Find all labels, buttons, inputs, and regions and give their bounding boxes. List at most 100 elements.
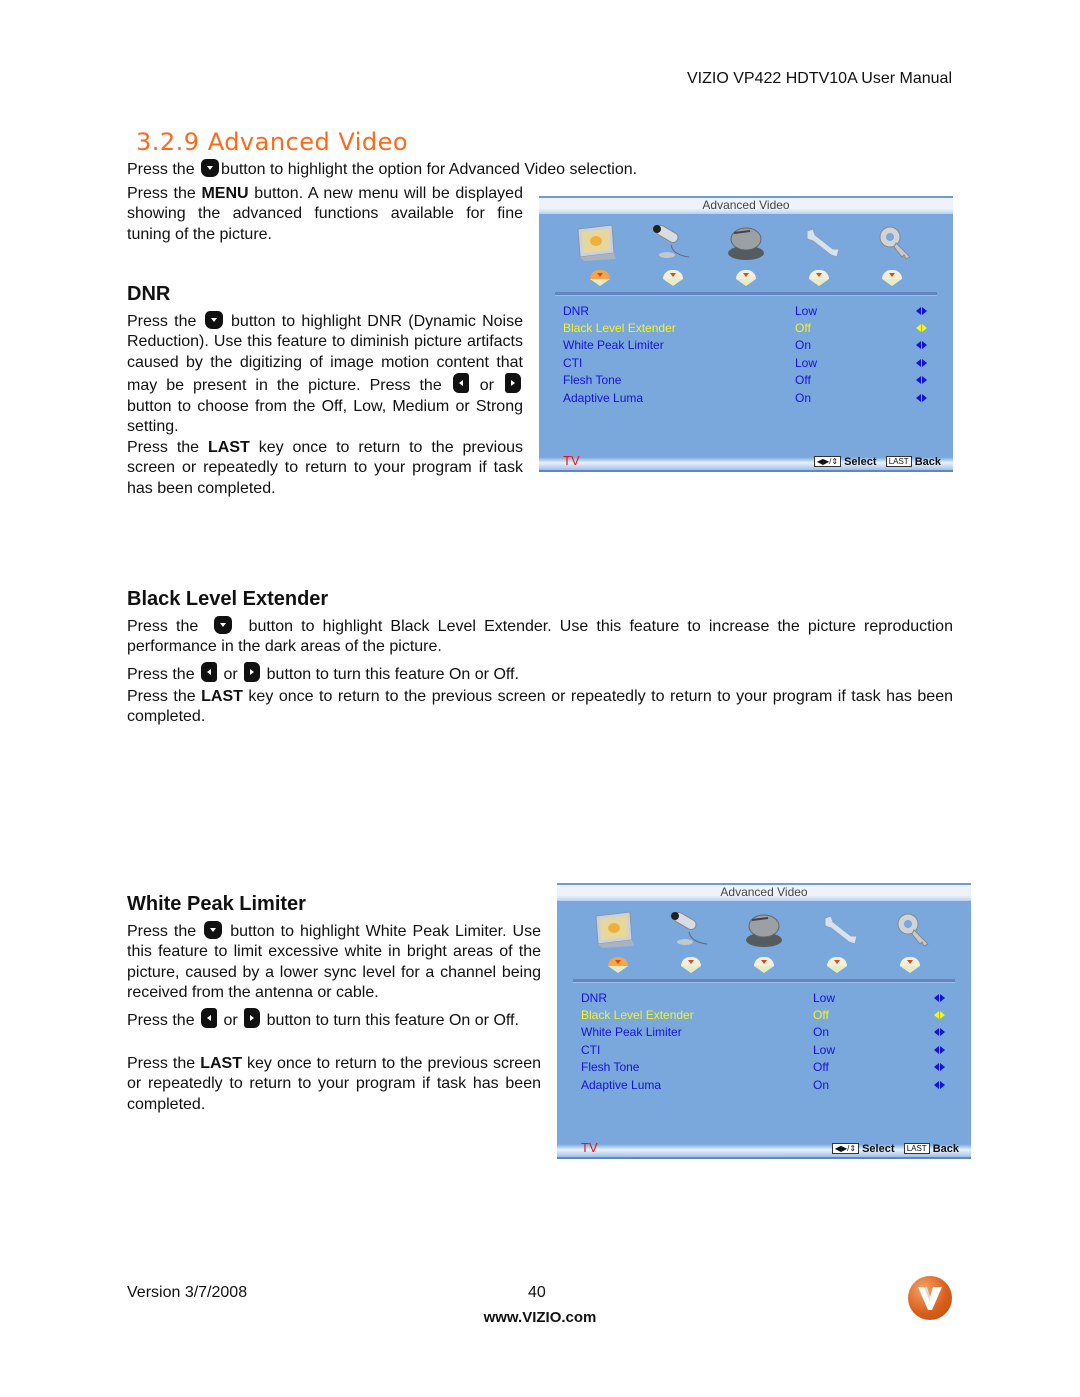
osd-icon-row [539,214,953,270]
osd-item-label: DNR [581,990,607,1005]
wrench-icon [817,909,861,951]
osd-footer: TV ◀▶/⇕ Select LAST Back [557,1140,971,1159]
osd-item-label: White Peak Limiter [581,1025,682,1040]
down-button-icon [204,921,223,939]
left-right-arrows-icon[interactable] [933,1010,947,1020]
osd-item-label: DNR [563,303,589,318]
manual-title: VIZIO VP422 HDTV10A User Manual [687,70,952,87]
osd-tab-marker[interactable] [680,957,701,973]
left-right-arrows-icon[interactable] [933,1045,947,1055]
advanced-video-osd-screenshot: Advanced Video DNR Low Black Level Extende… [557,883,971,1159]
osd-tab-marker[interactable] [809,270,830,286]
wrench-icon [799,222,843,264]
osd-menu-item[interactable]: CTI Low [539,354,953,371]
ble-paragraph-3: Press the LAST key once to return to the… [127,687,953,728]
osd-menu-item[interactable]: Adaptive Luma On [539,389,953,406]
menu-key-label: MENU [201,185,249,202]
osd-tab-marker[interactable] [607,957,628,973]
wpl-heading: White Peak Limiter [127,893,306,915]
back-hint: Back [914,456,941,468]
left-right-arrows-icon[interactable] [915,358,929,368]
osd-item-value: On [813,1077,830,1092]
monitor-icon [574,222,618,264]
camera-icon [649,222,693,264]
select-keys-icon: ◀▶/⇕ [813,456,842,467]
osd-tab-marker[interactable] [735,270,756,286]
left-button-icon [201,1008,218,1028]
right-button-icon [505,373,522,394]
left-right-arrows-icon[interactable] [915,323,929,333]
osd-tab-marker[interactable] [662,270,683,286]
left-right-arrows-icon[interactable] [915,375,929,385]
osd-menu-item[interactable]: Black Level Extender Off [557,1006,971,1023]
osd-item-value: Off [795,321,811,336]
satellite-dish-icon [742,909,786,951]
osd-item-value: On [795,390,812,405]
left-right-arrows-icon[interactable] [915,306,929,316]
osd-item-label: Flesh Tone [581,1060,640,1075]
left-right-arrows-icon[interactable] [933,1080,947,1090]
osd-item-value: Low [813,1042,836,1057]
left-right-arrows-icon[interactable] [933,993,947,1003]
osd-key-hints: ◀▶/⇕ Select LAST Back [831,1141,959,1157]
osd-menu-item[interactable]: Black Level Extender Off [539,319,953,336]
left-right-arrows-icon[interactable] [933,1027,947,1037]
text: key once to return to the previous scree… [127,688,953,726]
right-button-icon [244,662,261,682]
osd-source-label: TV [581,1140,598,1155]
osd-menu-item[interactable]: DNR Low [557,989,971,1006]
last-key-icon: LAST [885,456,912,467]
text: button to highlight Black Level Extender… [127,618,953,656]
osd-item-label: Black Level Extender [581,1008,694,1023]
select-keys-icon: ◀▶/⇕ [831,1143,860,1154]
osd-item-value: On [795,338,812,353]
osd-footer: TV ◀▶/⇕ Select LAST Back [539,453,953,472]
osd-tab-marker[interactable] [589,270,610,286]
osd-item-label: Adaptive Luma [581,1077,662,1092]
osd-tab-marker[interactable] [827,957,848,973]
last-key-label: LAST [200,1055,242,1072]
text: button to highlight the option for Advan… [221,161,638,178]
osd-tab-marker[interactable] [900,957,921,973]
osd-menu-item[interactable]: Flesh Tone Off [539,372,953,389]
osd-item-label: Black Level Extender [563,321,676,336]
osd-title: Advanced Video [557,883,971,901]
text: or [223,1012,238,1029]
advanced-video-osd-screenshot: Advanced Video DNR Low Black Level Extende… [539,196,953,472]
osd-menu-item[interactable]: CTI Low [557,1041,971,1058]
text: button to choose from the Off, Low, Medi… [127,397,523,436]
osd-key-hints: ◀▶/⇕ Select LAST Back [813,454,941,470]
osd-item-label: Adaptive Luma [563,390,644,405]
osd-tab-marker[interactable] [882,270,903,286]
footer-version: Version 3/7/2008 [127,1284,248,1301]
osd-menu-item[interactable]: Adaptive Luma On [557,1076,971,1093]
last-key-icon: LAST [903,1143,930,1154]
osd-source-label: TV [563,453,580,468]
ble-heading: Black Level Extender [127,588,329,610]
osd-menu-item[interactable]: Flesh Tone Off [557,1059,971,1076]
ble-paragraph-1: Press the button to highlight Black Leve… [127,616,953,658]
text: Press the [127,1055,196,1072]
text: Press the [127,313,197,330]
left-right-arrows-icon[interactable] [915,393,929,403]
osd-tab-row [557,957,971,979]
osd-tab-marker[interactable] [753,957,774,973]
page-number: 40 [528,1284,546,1301]
text: or [223,666,238,683]
intro-paragraph: Press the button to highlight the option… [127,159,957,180]
section-title: 3.2.9 Advanced Video [136,128,409,156]
left-right-arrows-icon[interactable] [933,1062,947,1072]
ble-paragraph-2: Press the or button to turn this feature… [127,662,953,685]
osd-menu-list: DNR Low Black Level Extender Off White Peak … [557,983,971,1093]
text: Press the [127,923,197,940]
osd-menu-item[interactable]: DNR Low [539,302,953,319]
key-icon [874,222,918,264]
left-right-arrows-icon[interactable] [915,340,929,350]
text: Press the [127,161,195,178]
v-logo-icon [918,1287,942,1310]
text: Press the [127,1012,195,1029]
osd-menu-item[interactable]: White Peak Limiter On [539,337,953,354]
osd-menu-item[interactable]: White Peak Limiter On [557,1024,971,1041]
text: or [479,377,494,395]
osd-item-value: Low [795,355,818,370]
